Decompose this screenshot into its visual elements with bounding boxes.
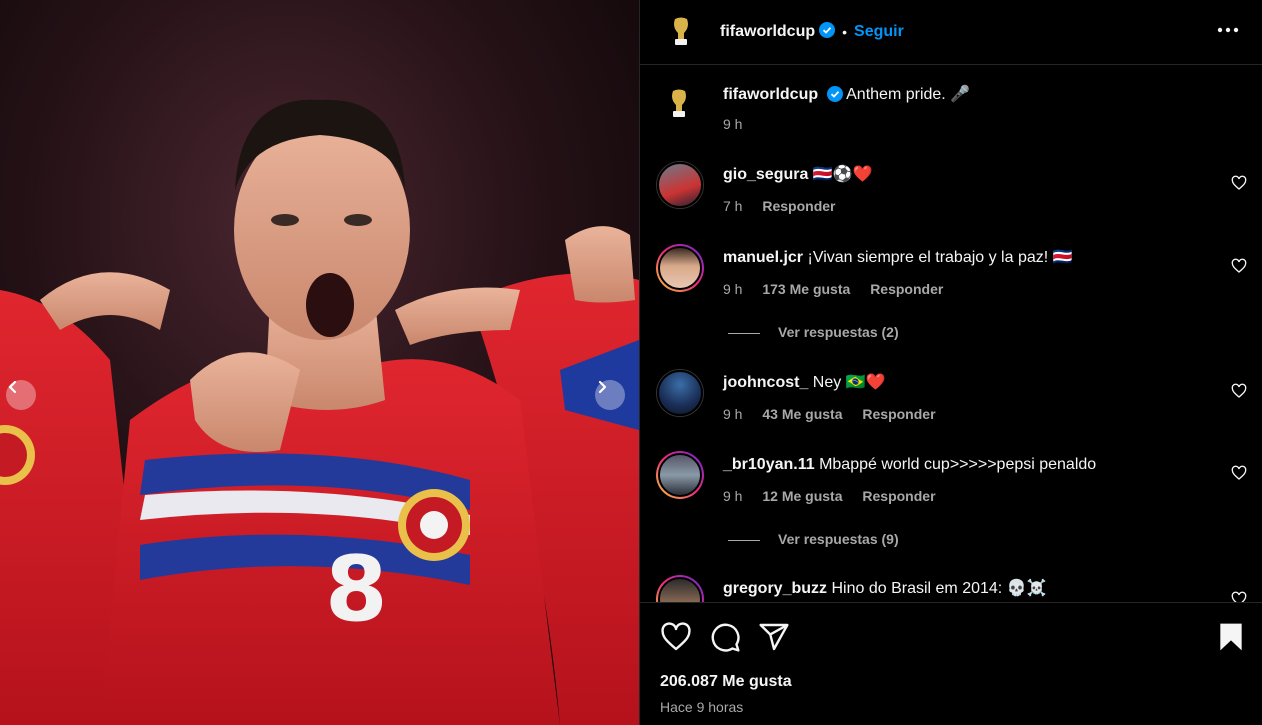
comment-body: Hino do Brasil em 2014: 💀☠️: [831, 580, 1047, 597]
comment-username[interactable]: manuel.jcr: [723, 249, 803, 266]
comment-time: 9 h: [723, 406, 743, 422]
heart-icon[interactable]: [1231, 465, 1247, 481]
heart-icon[interactable]: [1231, 591, 1247, 602]
more-options-button[interactable]: [1214, 18, 1242, 42]
post-timestamp: Hace 9 horas: [660, 699, 744, 715]
reply-button[interactable]: Responder: [862, 488, 935, 504]
share-icon[interactable]: [758, 621, 790, 653]
caption-body: Anthem pride. 🎤: [846, 86, 971, 103]
verified-badge-icon: [819, 21, 836, 43]
comment-body: Ney 🇧🇷❤️: [812, 374, 886, 391]
heart-icon[interactable]: [1231, 258, 1247, 274]
post-photo: 8: [0, 0, 639, 725]
svg-text:8: 8: [325, 537, 388, 642]
comment-time: 9 h: [723, 488, 743, 504]
avatar[interactable]: [656, 575, 704, 602]
likes-count[interactable]: 206.087 Me gusta: [660, 673, 792, 691]
comments-list[interactable]: fifaworldcup Anthem pride. 🎤 9 h gio_seg…: [640, 65, 1262, 602]
comment-username[interactable]: _br10yan.11: [723, 456, 815, 473]
avatar[interactable]: [656, 161, 704, 209]
world-cup-trophy-icon: [672, 89, 686, 117]
comment-meta: 9 h 43 Me gusta Responder: [723, 406, 952, 422]
avatar[interactable]: [656, 244, 704, 292]
avatar[interactable]: [656, 451, 704, 499]
comment-time: 7 h: [723, 198, 743, 214]
verified-badge-icon: [826, 86, 843, 108]
caption-meta: 9 h: [723, 116, 758, 132]
caption-username[interactable]: fifaworldcup: [723, 86, 818, 103]
post-side-panel: fifaworldcup • Seguir fifaworldcup Anthe…: [639, 0, 1262, 725]
reply-button[interactable]: Responder: [762, 198, 835, 214]
chevron-left-icon: [8, 380, 17, 394]
reply-button[interactable]: Responder: [870, 281, 943, 297]
post-media: 8: [0, 0, 639, 725]
comment-username[interactable]: gregory_buzz: [723, 580, 827, 597]
comment-text: _br10yan.11 Mbappé world cup>>>>>pepsi p…: [723, 455, 1096, 475]
comment-likes[interactable]: 12 Me gusta: [762, 488, 842, 504]
caption-text: fifaworldcup Anthem pride. 🎤: [723, 85, 970, 108]
comment-body: 🇨🇷⚽❤️: [812, 166, 873, 183]
author-avatar[interactable]: [668, 16, 694, 48]
view-replies-button[interactable]: Ver respuestas (9): [728, 531, 899, 547]
heart-icon[interactable]: [1231, 383, 1247, 399]
comment-meta: 9 h 12 Me gusta Responder: [723, 488, 952, 504]
comment-username[interactable]: gio_segura: [723, 166, 808, 183]
comment-time: 9 h: [723, 281, 743, 297]
caption-time: 9 h: [723, 116, 743, 132]
post-header: fifaworldcup • Seguir: [640, 0, 1262, 65]
follow-button[interactable]: Seguir: [854, 23, 904, 41]
reply-button[interactable]: Responder: [862, 406, 935, 422]
post-actions: 206.087 Me gusta Hace 9 horas: [640, 602, 1262, 725]
bookmark-icon[interactable]: [1215, 621, 1247, 653]
comment-likes[interactable]: 43 Me gusta: [762, 406, 842, 422]
comment-text: gregory_buzz Hino do Brasil em 2014: 💀☠️: [723, 579, 1047, 599]
comment-meta: 9 h 173 Me gusta Responder: [723, 281, 959, 297]
heart-icon[interactable]: [660, 621, 692, 653]
comment-text: joohncost_ Ney 🇧🇷❤️: [723, 373, 886, 393]
chevron-right-icon: [598, 380, 607, 394]
heart-icon[interactable]: [1231, 175, 1247, 191]
caption-author-avatar[interactable]: [668, 89, 690, 124]
comment-likes[interactable]: 173 Me gusta: [762, 281, 850, 297]
comment-meta: 7 h Responder: [723, 198, 851, 214]
comment-text: gio_segura 🇨🇷⚽❤️: [723, 165, 873, 185]
comment-body: ¡Vivan siempre el trabajo y la paz! 🇨🇷: [807, 249, 1073, 266]
view-replies-button[interactable]: Ver respuestas (2): [728, 324, 899, 340]
author-username[interactable]: fifaworldcup: [720, 23, 815, 41]
separator-dot: •: [842, 24, 848, 40]
comment-username[interactable]: joohncost_: [723, 374, 808, 391]
comment-text: manuel.jcr ¡Vivan siempre el trabajo y l…: [723, 248, 1073, 268]
avatar[interactable]: [656, 369, 704, 417]
more-options-icon: [1217, 27, 1239, 33]
world-cup-trophy-icon: [674, 17, 688, 45]
media-next-button[interactable]: [595, 380, 625, 410]
comment-body: Mbappé world cup>>>>>pepsi penaldo: [819, 456, 1097, 473]
comment-icon[interactable]: [709, 621, 741, 653]
media-prev-button[interactable]: [6, 380, 36, 410]
